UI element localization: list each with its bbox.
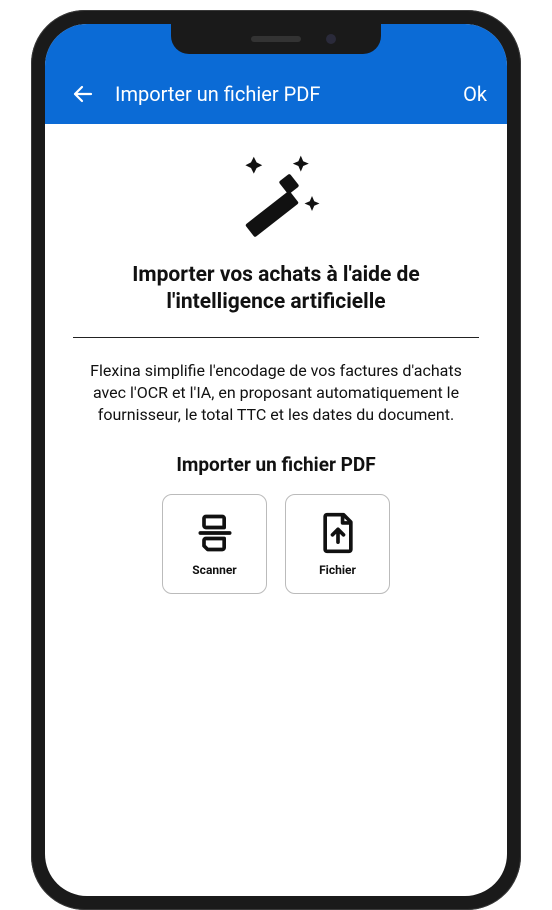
notch-camera (326, 34, 336, 44)
ok-button[interactable]: Ok (463, 82, 487, 106)
body-text: Flexina simplifie l'encodage de vos fact… (73, 360, 479, 427)
headline: Importer vos achats à l'aide de l'intell… (73, 262, 479, 317)
divider (73, 337, 479, 338)
back-arrow-icon (71, 82, 95, 106)
scanner-button-label: Scanner (192, 563, 236, 577)
app-bar-title: Importer un fichier PDF (115, 82, 463, 106)
magic-wand-icon (216, 154, 336, 244)
scanner-button[interactable]: Scanner (162, 494, 267, 594)
phone-frame: Importer un fichier PDF Ok Impo (31, 10, 521, 910)
phone-notch (171, 24, 381, 54)
notch-speaker (251, 36, 301, 42)
phone-screen: Importer un fichier PDF Ok Impo (45, 24, 507, 896)
file-button[interactable]: Fichier (285, 494, 390, 594)
back-button[interactable] (65, 76, 101, 112)
main-content: Importer vos achats à l'aide de l'intell… (45, 124, 507, 594)
action-button-row: Scanner Fichier (73, 494, 479, 594)
file-button-label: Fichier (319, 563, 356, 577)
sub-headline: Importer un fichier PDF (73, 453, 479, 476)
file-upload-icon (316, 511, 360, 555)
scanner-icon (193, 511, 237, 555)
